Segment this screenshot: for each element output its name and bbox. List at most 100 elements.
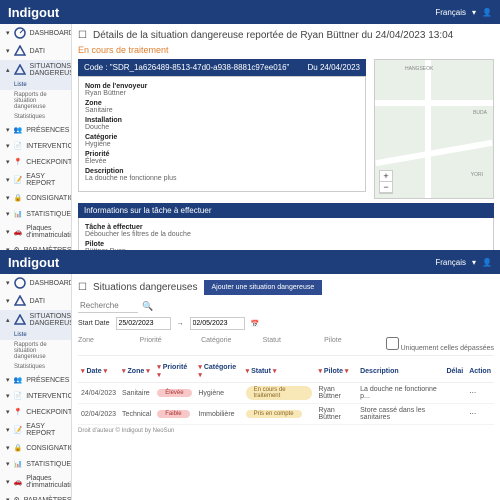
filter-pilot[interactable]: Pilote: [324, 337, 378, 352]
zoom-out-icon[interactable]: −: [380, 182, 392, 193]
main-detail: ☐ Détails de la situation dangereuse rep…: [72, 24, 500, 250]
chevron-down-icon[interactable]: ▾: [472, 8, 476, 17]
table-row[interactable]: 02/04/2023TechnicalFaibleImmobilièrePris…: [78, 404, 494, 425]
col-zone[interactable]: ▾ Zone ▾: [119, 360, 154, 383]
doc-icon: ☐: [78, 30, 87, 41]
add-button[interactable]: Ajouter une situation dangereuse: [204, 280, 323, 295]
sidebar-item-easyreport[interactable]: ▾ 📝EASY REPORT: [0, 170, 71, 190]
sidebar-sub-reports[interactable]: Rapports de situation dangereuse: [0, 340, 71, 362]
filter-stat[interactable]: Statut: [263, 337, 317, 352]
map[interactable]: HANGSEOK BUDA YORI +−: [374, 59, 494, 199]
doc-icon: 📝: [14, 426, 23, 434]
overdue-checkbox[interactable]: Uniquement celles dépassées: [386, 337, 494, 352]
sidebar-item-params[interactable]: ▾ ⚙PARAMÈTRES: [0, 242, 71, 250]
row-action[interactable]: ⋯: [466, 383, 494, 404]
lang-select[interactable]: Français: [435, 258, 466, 267]
chart-icon: 📊: [14, 460, 23, 468]
enddate-input[interactable]: [190, 317, 245, 330]
sidebar-item-dashboard[interactable]: ▾ DASHBOARD: [0, 274, 71, 292]
sidebar-sub-list[interactable]: Liste: [0, 80, 71, 90]
sidebar-item-dati[interactable]: ▾ DATI: [0, 42, 71, 60]
warn-icon: [14, 64, 26, 76]
col-delay[interactable]: Délai: [443, 360, 466, 383]
car-icon: 🚗: [14, 228, 23, 236]
warn-icon: [14, 295, 26, 307]
doc-icon: ☐: [78, 282, 87, 293]
lang-select[interactable]: Français: [435, 8, 466, 17]
sidebar-item-plates[interactable]: ▾ 🚗Plaques d'immatriculation: [0, 472, 71, 492]
filter-zone[interactable]: Zone: [78, 337, 132, 352]
sidebar-item-interventions[interactable]: ▾ 📄INTERVENTIONS: [0, 388, 71, 404]
sidebar-item-params[interactable]: ▾ ⚙PARAMÈTRES: [0, 492, 71, 500]
sidebar-item-checkpoint[interactable]: ▾ 📍CHECKPOINT: [0, 404, 71, 420]
doc-icon: 📄: [14, 392, 23, 400]
warn-icon: [14, 45, 26, 57]
filter-row: Zone Priorité Catégorie Statut Pilote Un…: [78, 334, 494, 356]
zoom-in-icon[interactable]: +: [380, 171, 392, 182]
sidebar-sub-stats[interactable]: Statistiques: [0, 362, 71, 372]
topbar: Indigout Français ▾ 👤: [0, 0, 500, 24]
startdate-input[interactable]: [116, 317, 171, 330]
sidebar-sub-list[interactable]: Liste: [0, 330, 71, 340]
col-date[interactable]: ▾ Date ▾: [78, 360, 119, 383]
search-input[interactable]: [78, 299, 138, 313]
calendar-icon[interactable]: 📅: [251, 320, 260, 328]
sidebar-item-stats[interactable]: ▾ 📊STATISTIQUES: [0, 456, 71, 472]
sidebar-item-checkpoint[interactable]: ▾ 📍CHECKPOINT: [0, 154, 71, 170]
filter-prio[interactable]: Priorité: [140, 337, 194, 352]
sidebar-item-dashboard[interactable]: ▾ DASHBOARD: [0, 24, 71, 42]
gauge-icon: [14, 277, 26, 289]
sidebar-item-situations[interactable]: ▴ SITUATIONS DANGEREUSES: [0, 60, 71, 80]
footer: Droit d'auteur © Indigout by NeoSun: [78, 425, 494, 437]
col-cat[interactable]: ▾ Catégorie ▾: [195, 360, 242, 383]
pin-icon: 📍: [14, 408, 23, 416]
sidebar-item-interventions[interactable]: ▾ 📄INTERVENTIONS: [0, 138, 71, 154]
page-title: ☐ Situations dangereuses Ajouter une sit…: [78, 280, 494, 295]
search-row: 🔍: [78, 299, 494, 313]
lock-icon: 🔒: [14, 194, 23, 202]
sidebar: ▾ DASHBOARD ▾ DATI ▴ SITUATIONS DANGEREU…: [0, 274, 72, 500]
main-list: ☐ Situations dangereuses Ajouter une sit…: [72, 274, 500, 500]
chevron-down-icon[interactable]: ▾: [472, 258, 476, 267]
col-pilot[interactable]: ▾ Pilote ▾: [315, 360, 357, 383]
sidebar-item-plates[interactable]: ▾ 🚗Plaques d'immatriculation: [0, 222, 71, 242]
sidebar-item-situations[interactable]: ▴ SITUATIONS DANGEREUSES: [0, 310, 71, 330]
user-icon[interactable]: 👤: [482, 258, 492, 267]
doc-icon: 📝: [14, 176, 23, 184]
col-action[interactable]: Action: [466, 360, 494, 383]
sidebar-item-presences[interactable]: ▾ 👥PRÉSENCES: [0, 372, 71, 388]
map-zoom[interactable]: +−: [379, 170, 393, 194]
doc-icon: 📄: [14, 142, 23, 150]
car-icon: 🚗: [14, 478, 23, 486]
sidebar-sub-reports[interactable]: Rapports de situation dangereuse: [0, 90, 71, 112]
sidebar-item-consignations[interactable]: ▾ 🔒CONSIGNATIONS: [0, 440, 71, 456]
gear-icon: ⚙: [14, 496, 20, 500]
user-icon: 👥: [14, 126, 23, 134]
gauge-icon: [14, 27, 26, 39]
code-bar: Code : "SDR_1a626489-8513-47d0-a938-8881…: [78, 59, 366, 76]
search-icon[interactable]: 🔍: [142, 301, 153, 312]
sidebar-item-stats[interactable]: ▾ 📊STATISTIQUES: [0, 206, 71, 222]
sidebar-item-presences[interactable]: ▾ 👥PRÉSENCES: [0, 122, 71, 138]
status-text: En cours de traitement: [78, 45, 494, 55]
row-action[interactable]: ⋯: [466, 404, 494, 425]
chart-icon: 📊: [14, 210, 23, 218]
lock-icon: 🔒: [14, 444, 23, 452]
sidebar-item-consignations[interactable]: ▾ 🔒CONSIGNATIONS: [0, 190, 71, 206]
brand: Indigout: [8, 255, 59, 270]
user-icon[interactable]: 👤: [482, 8, 492, 17]
col-stat[interactable]: ▾ Statut ▾: [243, 360, 316, 383]
col-desc[interactable]: Description: [357, 360, 443, 383]
situations-table: ▾ Date ▾ ▾ Zone ▾ ▾ Priorité ▾ ▾ Catégor…: [78, 360, 494, 425]
topbar: Indigout Français ▾ 👤: [0, 250, 500, 274]
warn-icon: [14, 314, 26, 326]
sidebar-sub-stats[interactable]: Statistiques: [0, 112, 71, 122]
table-row[interactable]: 24/04/2023SanitaireÉlevéeHygièneEn cours…: [78, 383, 494, 404]
col-prio[interactable]: ▾ Priorité ▾: [154, 360, 195, 383]
page-title: ☐ Détails de la situation dangereuse rep…: [78, 30, 494, 41]
sidebar-item-easyreport[interactable]: ▾ 📝EASY REPORT: [0, 420, 71, 440]
user-icon: 👥: [14, 376, 23, 384]
sidebar-item-dati[interactable]: ▾ DATI: [0, 292, 71, 310]
filter-cat[interactable]: Catégorie: [201, 337, 255, 352]
task-header: Informations sur la tâche à effectuer: [78, 203, 494, 218]
